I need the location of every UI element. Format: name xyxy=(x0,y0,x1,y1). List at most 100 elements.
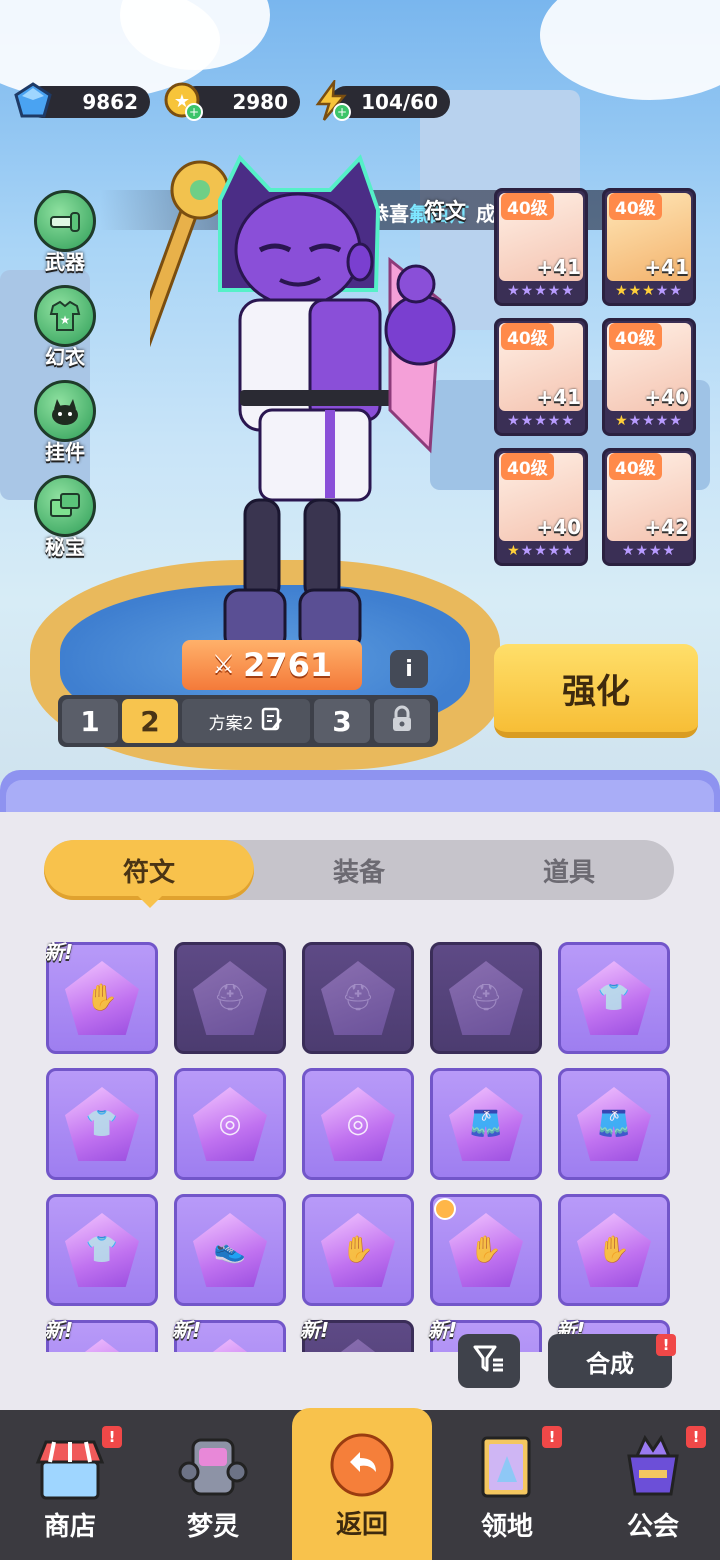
rune-type-icon: 👕 xyxy=(85,1235,119,1265)
equip-plus: +41 xyxy=(536,255,581,279)
equip-plus: +41 xyxy=(644,255,689,279)
tab-equipment[interactable]: 装备 xyxy=(254,840,464,900)
pendant-icon xyxy=(34,380,96,442)
guild-alert-badge: ! xyxy=(686,1426,706,1448)
treasure-icon xyxy=(34,475,96,537)
rune-type-icon: ◎ xyxy=(346,1109,370,1139)
nav-back[interactable]: 返回 xyxy=(292,1408,432,1560)
rune-slot[interactable]: ⛑ xyxy=(302,942,414,1054)
loadout-3-button[interactable]: 3 xyxy=(314,699,370,743)
equip-level: 40级 xyxy=(609,323,662,350)
loadout-1-button[interactable]: 1 xyxy=(62,699,118,743)
outfit-icon: ★ xyxy=(34,285,96,347)
rune-type-icon: ◎ xyxy=(218,1109,242,1139)
loadout-name-button[interactable]: 方案2 xyxy=(182,699,310,743)
svg-text:+: + xyxy=(189,105,199,119)
rune-slot[interactable]: 🩳 xyxy=(558,1068,670,1180)
shop-alert-badge: ! xyxy=(102,1426,122,1448)
menu-weapon-label: 武器 xyxy=(45,250,85,274)
rune-type-icon: ⛑ xyxy=(469,983,503,1013)
equip-stars: ★★★★ xyxy=(621,543,677,559)
new-badge: 新! xyxy=(46,1318,74,1342)
equip-slot-arm[interactable]: 40级 +41 ★★★★★ xyxy=(494,318,588,436)
svg-text:★: ★ xyxy=(60,313,71,327)
loadout-2-button[interactable]: 2 xyxy=(122,699,178,743)
sword-icon: ⚔ xyxy=(211,650,236,680)
sparkle-icon xyxy=(434,1198,456,1220)
menu-treasure[interactable]: 秘宝 xyxy=(26,475,104,560)
rune-slot[interactable]: ◎ xyxy=(302,1068,414,1180)
player-character[interactable] xyxy=(130,150,470,670)
gem-count: 9862 xyxy=(82,90,138,114)
equip-slot-top[interactable]: 40级 +41 ★★★★★ xyxy=(602,188,696,306)
energy-count: 104/60 xyxy=(361,90,438,114)
rune-label[interactable]: 符文 xyxy=(410,195,480,225)
menu-pendant-label: 挂件 xyxy=(45,440,85,464)
tab-runes[interactable]: 符文 xyxy=(44,840,254,900)
combat-power: ⚔ 2761 xyxy=(182,640,362,690)
menu-pendant[interactable]: 挂件 xyxy=(26,380,104,465)
compose-alert-badge: ! xyxy=(656,1334,676,1356)
rune-slot[interactable]: 🩳 xyxy=(430,1068,542,1180)
rune-grid: ✋ 新! ⛑ ⛑ ⛑ 👕 👕 ◎ ◎ 🩳 🩳 👕 👟 ✋ ✋ ✋ 新! 新! 新! 新! 新! xyxy=(46,942,676,1352)
rune-type-icon: ⛑ xyxy=(213,983,247,1013)
combat-power-value: 2761 xyxy=(243,646,333,684)
rune-gem-icon xyxy=(193,1339,267,1352)
rune-type-icon: 👕 xyxy=(85,1109,119,1139)
new-badge: 新! xyxy=(172,1318,202,1342)
rune-slot[interactable]: ◎ xyxy=(174,1068,286,1180)
rune-slot[interactable]: ⛑ xyxy=(430,942,542,1054)
loadout-locked-slot[interactable] xyxy=(374,699,430,743)
menu-weapon[interactable]: 武器 xyxy=(26,190,104,275)
coin-count: 2980 xyxy=(232,90,288,114)
rune-slot[interactable]: 👟 xyxy=(174,1194,286,1306)
edit-icon xyxy=(261,707,283,736)
new-badge: 新! xyxy=(300,1318,330,1342)
loadout-name: 方案2 xyxy=(208,713,254,734)
dream-spirit-icon xyxy=(175,1432,251,1502)
equip-slot-head[interactable]: 40级 +41 ★★★★★ xyxy=(494,188,588,306)
rune-slot[interactable]: 👕 xyxy=(46,1068,158,1180)
equip-slot-accessory[interactable]: 40级 +42 ★★★★ xyxy=(602,448,696,566)
rune-type-icon: ✋ xyxy=(597,1235,631,1265)
equip-slot-shoes[interactable]: 40级 +40 ★★★★★ xyxy=(494,448,588,566)
equip-level: 40级 xyxy=(501,193,554,220)
rune-type-icon: ✋ xyxy=(85,983,119,1013)
rune-type-icon: 👟 xyxy=(213,1235,247,1265)
rune-gem-icon xyxy=(65,1339,139,1352)
loadout-selector: 1 2 方案2 3 xyxy=(58,695,438,747)
menu-outfit[interactable]: ★ 幻衣 xyxy=(26,285,104,370)
compose-button[interactable]: 合成 xyxy=(548,1334,672,1388)
nav-back-label: 返回 xyxy=(335,1510,388,1540)
nav-shop-label: 商店 xyxy=(43,1512,96,1542)
rune-slot[interactable]: ✋ xyxy=(302,1194,414,1306)
rune-slot[interactable]: ✋ xyxy=(558,1194,670,1306)
rune-gem-icon xyxy=(321,1339,395,1352)
nav-territory-label: 领地 xyxy=(480,1512,533,1542)
strengthen-button[interactable]: 强化 xyxy=(494,644,698,738)
equip-plus: +40 xyxy=(536,515,581,539)
rune-type-icon: 👕 xyxy=(597,983,631,1013)
equip-slot-pants[interactable]: 40级 +40 ★★★★★ xyxy=(602,318,696,436)
rune-type-icon: ✋ xyxy=(341,1235,375,1265)
rune-slot[interactable]: 👕 xyxy=(46,1194,158,1306)
filter-button[interactable] xyxy=(458,1334,520,1388)
nav-dream-spirit[interactable]: 梦灵 xyxy=(143,1410,283,1560)
info-button[interactable]: i xyxy=(390,650,428,688)
equip-level: 40级 xyxy=(609,193,662,220)
equip-stars: ★★★★★ xyxy=(507,543,575,559)
weapon-icon xyxy=(34,190,96,252)
filter-icon xyxy=(473,1344,505,1378)
rune-type-icon: ⛑ xyxy=(341,983,375,1013)
new-badge: 新! xyxy=(428,1318,458,1342)
active-tab-pointer xyxy=(138,896,162,908)
equip-plus: +41 xyxy=(536,385,581,409)
nav-dream-spirit-label: 梦灵 xyxy=(186,1512,239,1542)
rune-slot[interactable]: 👕 xyxy=(558,942,670,1054)
rune-type-icon: 🩳 xyxy=(597,1109,631,1139)
energy-icon: + xyxy=(310,80,352,122)
tab-items[interactable]: 道具 xyxy=(464,840,674,900)
panel-header xyxy=(0,770,720,816)
back-icon xyxy=(324,1430,400,1500)
rune-slot[interactable]: ⛑ xyxy=(174,942,286,1054)
